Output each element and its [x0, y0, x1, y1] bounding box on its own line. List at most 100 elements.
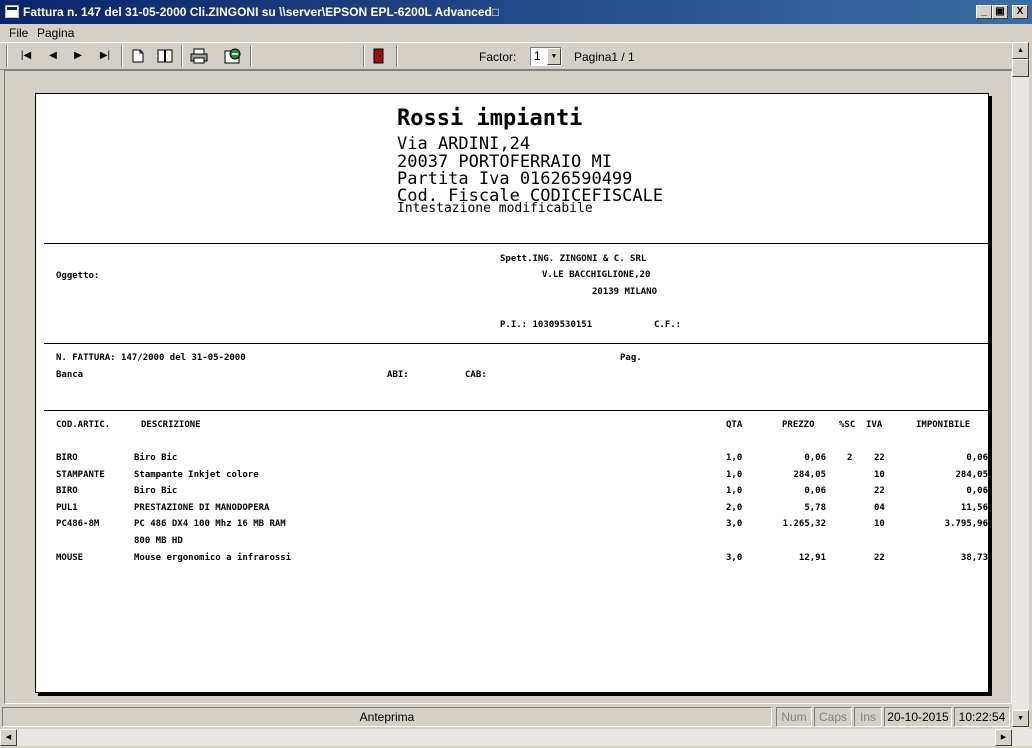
row-taxable: 3.795,96	[944, 519, 988, 529]
col-header-vat: IVA	[866, 420, 883, 430]
status-date: 20-10-2015	[884, 707, 952, 727]
row-vat: 10	[874, 519, 885, 529]
scroll-up-button[interactable]: ▲	[1012, 42, 1029, 59]
row-description: Mouse ergonomico a infrarossi	[134, 553, 292, 563]
row-vat: 10	[874, 470, 885, 480]
factor-value: 1	[534, 49, 541, 63]
minimize-button[interactable]: _	[976, 5, 992, 19]
next-page-icon[interactable]: ▶	[67, 46, 89, 66]
status-bar: Anteprima Num Caps Ins 20-10-2015 10:22:…	[0, 706, 1012, 728]
divider	[44, 410, 988, 411]
status-num: Num	[776, 707, 812, 727]
row-vat: 22	[874, 553, 885, 563]
row-description: 800 MB HD	[134, 536, 183, 546]
page-label: Pag.	[620, 353, 642, 363]
row-qty: 1,0	[726, 470, 743, 480]
toolbar: |◀ ◀ ▶ ▶| Factor: 1 ▼ Pagina1 / 1	[0, 42, 1012, 70]
chevron-down-icon[interactable]: ▼	[547, 48, 561, 65]
last-page-icon[interactable]: ▶|	[94, 46, 116, 66]
row-qty: 2,0	[726, 503, 743, 513]
app-icon[interactable]	[5, 5, 19, 18]
row-description: PC 486 DX4 100 Mhz 16 MB RAM	[134, 519, 286, 529]
scroll-left-button[interactable]: ◀	[0, 729, 17, 746]
customer-tax-code: C.F.:	[654, 320, 682, 330]
row-taxable: 0,06	[966, 453, 988, 463]
previous-page-icon[interactable]: ◀	[42, 46, 64, 66]
toolbar-separator	[181, 45, 183, 67]
status-mode: Anteprima	[2, 707, 772, 727]
status-caps: Caps	[814, 707, 852, 727]
factor-select[interactable]: 1 ▼	[530, 47, 562, 66]
row-taxable: 284,05	[955, 470, 988, 480]
invoice-page: Rossi impianti Via ARDINI,24 20037 PORTO…	[35, 93, 989, 693]
customer-address: V.LE BACCHIGLIONE,20	[542, 270, 651, 280]
row-qty: 3,0	[726, 553, 743, 563]
vertical-scroll-thumb[interactable]	[1012, 59, 1029, 77]
col-header-price: PREZZO	[782, 420, 815, 430]
company-name: Rossi impianti	[397, 106, 583, 131]
maximize-button[interactable]: ▣	[992, 5, 1008, 19]
row-vat: 22	[874, 453, 885, 463]
window-title: Fattura n. 147 del 31-05-2000 Cli.ZINGON…	[23, 5, 500, 19]
col-header-qty: QTA	[726, 420, 743, 430]
row-price: 0,06	[804, 486, 826, 496]
row-description: Stampante Inkjet colore	[134, 470, 259, 480]
menu-bar: File Pagina	[0, 24, 1032, 42]
row-qty: 1,0	[726, 453, 743, 463]
row-price: 12,91	[798, 553, 826, 563]
factor-label: Factor:	[479, 50, 517, 64]
row-description: Biro Bic	[134, 486, 178, 496]
row-qty: 3,0	[726, 519, 743, 529]
row-taxable: 38,73	[960, 553, 988, 563]
abi-label: ABI:	[387, 370, 409, 380]
menu-file[interactable]: File	[9, 26, 28, 40]
cab-label: CAB:	[465, 370, 487, 380]
row-code: BIRO	[56, 453, 78, 463]
preview-area[interactable]: Rossi impianti Via ARDINI,24 20037 PORTO…	[4, 70, 1012, 704]
row-code: MOUSE	[56, 553, 84, 563]
toolbar-separator	[121, 45, 123, 67]
row-code: PUL1	[56, 503, 78, 513]
exit-door-icon[interactable]	[368, 46, 390, 66]
scroll-down-button[interactable]: ▼	[1012, 710, 1029, 727]
status-ins: Ins	[854, 707, 882, 727]
row-taxable: 0,06	[966, 486, 988, 496]
toolbar-separator	[363, 45, 365, 67]
row-description: PRESTAZIONE DI MANODOPERA	[134, 503, 270, 513]
title-bar: Fattura n. 147 del 31-05-2000 Cli.ZINGON…	[0, 0, 1032, 24]
bank-label: Banca	[56, 370, 84, 380]
row-code: PC486-8M	[56, 519, 100, 529]
company-header-note: Intestazione modificabile	[397, 201, 593, 216]
horizontal-scrollbar[interactable]: ◀ ▶	[0, 729, 1032, 746]
scroll-right-button[interactable]: ▶	[995, 729, 1012, 746]
row-vat: 22	[874, 486, 885, 496]
printer-icon[interactable]	[188, 46, 210, 66]
row-price: 1.265,32	[782, 519, 826, 529]
object-label: Oggetto:	[56, 271, 100, 281]
single-page-icon[interactable]	[127, 46, 149, 66]
col-header-code: COD.ARTIC.	[56, 420, 111, 430]
export-icon[interactable]	[222, 46, 244, 66]
toolbar-separator	[6, 45, 8, 67]
invoice-number: N. FATTURA: 147/2000 del 31-05-2000	[56, 353, 246, 363]
col-header-taxable: IMPONIBILE	[916, 420, 971, 430]
col-header-description: DESCRIZIONE	[141, 420, 201, 430]
row-discount: 2	[847, 453, 853, 463]
page-indicator: Pagina1 / 1	[574, 50, 635, 64]
first-page-icon[interactable]: |◀	[15, 46, 37, 66]
row-code: STAMPANTE	[56, 470, 105, 480]
menu-pagina[interactable]: Pagina	[37, 26, 74, 40]
customer-name: Spett.ING. ZINGONI & C. SRL	[500, 254, 647, 264]
customer-vat: P.I.: 10309530151	[500, 320, 593, 330]
toolbar-separator	[250, 45, 252, 67]
row-description: Biro Bic	[134, 453, 178, 463]
customer-city: 20139 MILANO	[592, 287, 658, 297]
row-price: 5,78	[804, 503, 826, 513]
vertical-scrollbar[interactable]: ▲ ▼	[1012, 42, 1029, 729]
two-pages-icon[interactable]	[154, 46, 176, 66]
row-taxable: 11,56	[960, 503, 988, 513]
row-price: 284,05	[793, 470, 826, 480]
close-button[interactable]: X	[1012, 5, 1028, 19]
toolbar-separator	[396, 45, 398, 67]
col-header-discount: %SC	[839, 420, 856, 430]
